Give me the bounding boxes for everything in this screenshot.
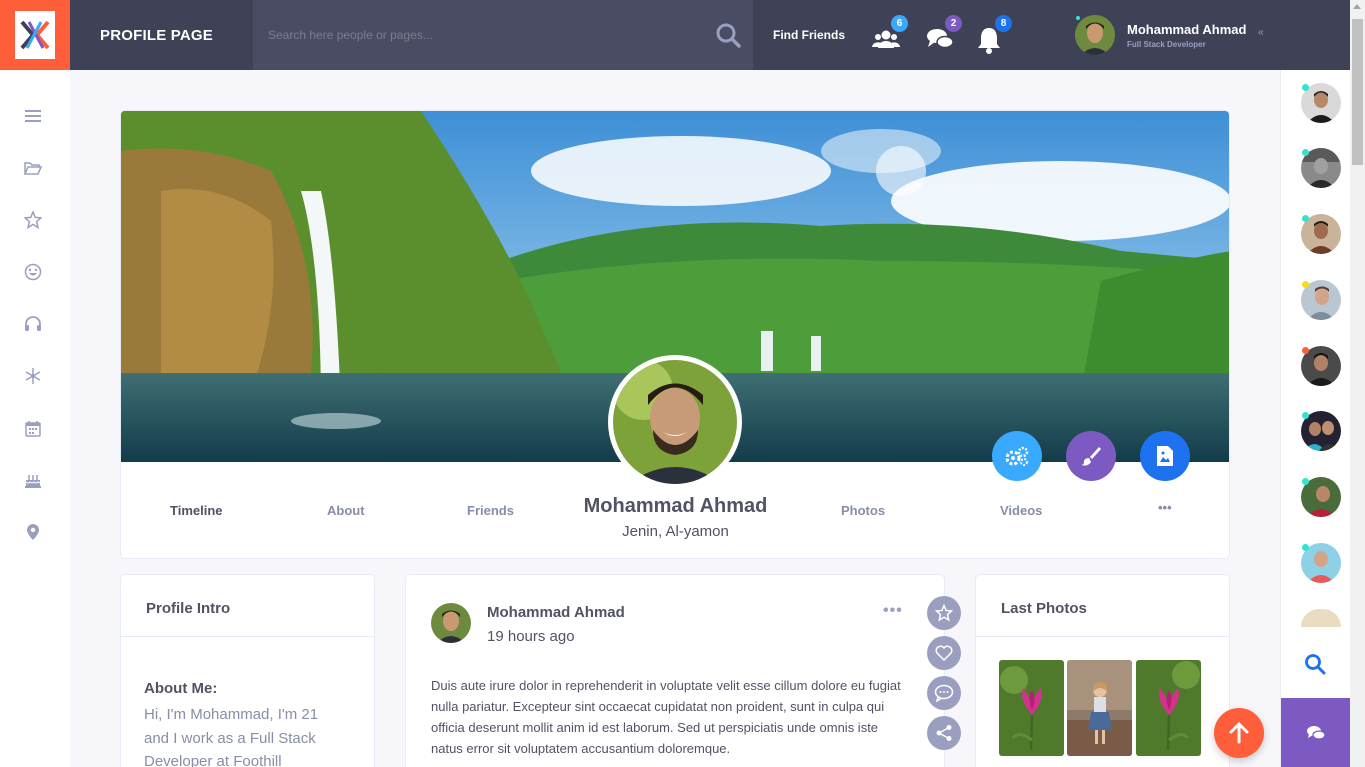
- chat-button[interactable]: [1281, 698, 1351, 767]
- map-pin-icon[interactable]: [23, 522, 43, 542]
- comment-button[interactable]: [927, 676, 961, 710]
- divider: [976, 636, 1229, 637]
- panel-title: Last Photos: [1001, 600, 1087, 617]
- share-button[interactable]: [927, 716, 961, 750]
- upload-photo-button[interactable]: [1140, 431, 1190, 481]
- notifications-badge: 8: [995, 15, 1012, 32]
- arrow-up-icon: [1229, 722, 1249, 744]
- profile-avatar[interactable]: [608, 355, 742, 489]
- photo-thumbnail[interactable]: [999, 660, 1064, 756]
- logo-icon: [20, 20, 50, 50]
- user-name: Mohammad Ahmad: [1127, 22, 1247, 37]
- edit-style-button[interactable]: [1066, 431, 1116, 481]
- profile-intro-panel: Profile Intro About Me: Hi, I'm Mohammad…: [120, 574, 375, 767]
- tab-more-icon[interactable]: •••: [1158, 500, 1172, 515]
- scroll-up-arrow-icon[interactable]: [1353, 4, 1361, 9]
- profile-location: Jenin, Al-yamon: [622, 523, 729, 540]
- favorite-button[interactable]: [927, 596, 961, 630]
- search-input[interactable]: [253, 0, 703, 70]
- post-text: Duis aute irure dolor in reprehenderit i…: [431, 678, 901, 756]
- divider: [121, 636, 374, 637]
- friend-status-dot: [1302, 281, 1309, 288]
- post-time: 19 hours ago: [487, 628, 575, 645]
- friend-status-dot: [1302, 347, 1309, 354]
- friend-avatar[interactable]: [1301, 609, 1341, 627]
- find-friends-link[interactable]: Find Friends: [773, 28, 845, 42]
- friend-requests-button[interactable]: 6: [870, 15, 908, 56]
- search-bar: [253, 0, 753, 70]
- user-role: Full Stack Developer: [1127, 40, 1206, 49]
- smile-icon[interactable]: [23, 262, 43, 282]
- about-text: Hi, I'm Mohammad, I'm 21 and I work as a…: [144, 706, 319, 767]
- tab-videos[interactable]: Videos: [1000, 503, 1042, 518]
- friend-status-dot: [1302, 478, 1309, 485]
- friend-status-dot: [1302, 215, 1309, 222]
- profile-header-card: Mohammad Ahmad Jenin, Al-yamon Timeline …: [120, 110, 1230, 559]
- friend-status-dot: [1302, 412, 1309, 419]
- chat-bubbles-icon: [1307, 725, 1326, 740]
- folder-icon[interactable]: [23, 158, 43, 178]
- more-options-icon[interactable]: •••: [883, 602, 903, 620]
- left-sidebar: [0, 70, 70, 767]
- notifications-button[interactable]: 8: [974, 15, 1012, 56]
- friend-status-dot: [1302, 544, 1309, 551]
- calendar-icon[interactable]: [23, 418, 43, 438]
- image-file-icon: [1157, 446, 1173, 466]
- friend-status-dot: [1302, 149, 1309, 156]
- comment-icon: [934, 684, 954, 702]
- scroll-to-top-button[interactable]: [1214, 708, 1264, 758]
- brush-icon: [1081, 447, 1101, 466]
- panel-title: Profile Intro: [146, 600, 231, 617]
- right-sidebar: [1280, 70, 1351, 767]
- tab-timeline[interactable]: Timeline: [170, 503, 223, 518]
- tab-about[interactable]: About: [327, 503, 365, 518]
- about-label: About Me:: [144, 680, 218, 697]
- user-menu[interactable]: Mohammad Ahmad Full Stack Developer «: [1073, 14, 1273, 56]
- avatar: [1075, 15, 1115, 55]
- top-header: PROFILE PAGE Find Friends 6 2: [0, 0, 1350, 70]
- cake-icon[interactable]: [23, 470, 43, 490]
- avatar[interactable]: [431, 603, 471, 643]
- like-button[interactable]: [927, 636, 961, 670]
- tab-friends[interactable]: Friends: [467, 503, 514, 518]
- heart-icon: [935, 645, 953, 661]
- scrollbar-thumb[interactable]: [1352, 19, 1363, 165]
- menu-icon[interactable]: [23, 106, 43, 126]
- last-photos-panel: Last Photos: [975, 574, 1230, 767]
- settings-button[interactable]: [992, 431, 1042, 481]
- post-card: Mohammad Ahmad 19 hours ago ••• Duis aut…: [405, 574, 945, 767]
- star-icon[interactable]: [23, 210, 43, 230]
- search-icon[interactable]: [1304, 653, 1326, 675]
- logo[interactable]: [0, 0, 70, 70]
- share-icon: [936, 725, 952, 741]
- tab-photos[interactable]: Photos: [841, 503, 885, 518]
- messages-button[interactable]: 2: [924, 15, 962, 56]
- scrollbar[interactable]: [1350, 0, 1365, 767]
- post-author[interactable]: Mohammad Ahmad: [487, 604, 625, 621]
- profile-name: Mohammad Ahmad: [583, 495, 768, 517]
- page-title: PROFILE PAGE: [100, 27, 213, 44]
- photo-thumbnail[interactable]: [1136, 660, 1201, 756]
- headphones-icon[interactable]: [23, 314, 43, 334]
- settings-icon: [1005, 446, 1029, 466]
- chevron-left-icon[interactable]: «: [1258, 27, 1264, 38]
- friends-badge: 6: [891, 15, 908, 32]
- messages-badge: 2: [945, 15, 962, 32]
- online-status-dot: [1074, 14, 1082, 22]
- star-icon: [935, 604, 953, 622]
- search-icon[interactable]: [715, 22, 741, 48]
- snowflake-icon[interactable]: [23, 366, 43, 386]
- friend-status-dot: [1302, 84, 1309, 91]
- photo-thumbnail[interactable]: [1067, 660, 1132, 756]
